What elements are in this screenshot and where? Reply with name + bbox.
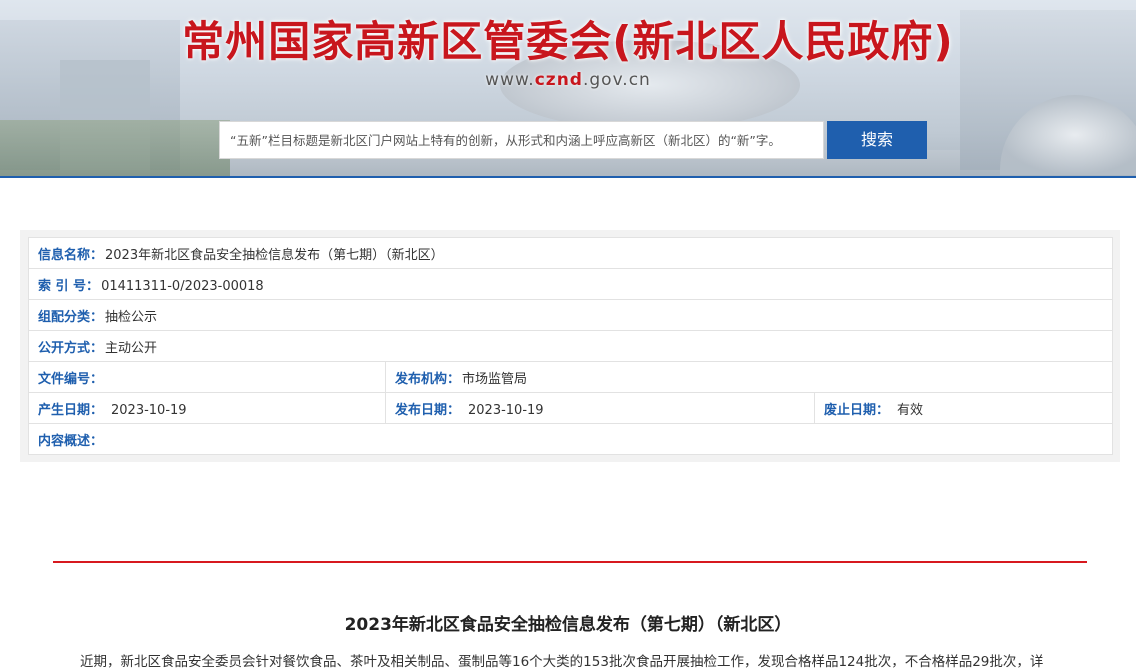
info-panel: 信息名称： 2023年新北区食品安全抽检信息发布（第七期）（新北区） 索 引 号：… (20, 230, 1120, 462)
info-org-label: 发布机构： (395, 371, 461, 387)
info-category-value: 抽检公示 (105, 309, 158, 325)
article-title: 2023年新北区食品安全抽检信息发布（第七期）（新北区） (344, 615, 792, 635)
url-suffix: .gov.cn (582, 70, 651, 90)
info-file-no-label: 文件编号： (38, 371, 104, 387)
info-row-dates: 产生日期： 2023-10-19 发布日期： 2023-10-19 废止日期： 有效 (28, 392, 1114, 424)
site-title: 常州国家高新区管委会(新北区人民政府) (182, 17, 954, 66)
info-category-label: 组配分类： (38, 309, 104, 325)
header-bg-greenery-left (0, 120, 230, 178)
info-row-summary: 内容概述： (27, 423, 1114, 455)
article-paragraph: 近期，新北区食品安全委员会针对餐饮食品、茶叶及相关制品、蛋制品等16个大类的15… (80, 654, 1044, 670)
info-open-label: 公开方式： (38, 340, 104, 356)
info-expire-label: 废止日期： (824, 402, 890, 418)
info-table: 信息名称： 2023年新北区食品安全抽检信息发布（第七期）（新北区） 索 引 号：… (27, 237, 1114, 455)
info-created-value: 2023-10-19 (111, 402, 187, 418)
info-summary-label: 内容概述： (38, 433, 104, 449)
info-expire-value: 有效 (897, 402, 924, 418)
url-prefix: www. (485, 70, 535, 90)
info-created-label: 产生日期： (38, 402, 104, 418)
info-open-value: 主动公开 (105, 340, 158, 356)
header-divider (0, 176, 1136, 178)
search-button[interactable]: 搜索 (827, 121, 927, 159)
site-header: 常州国家高新区管委会(新北区人民政府) www.cznd.gov.cn “五新”… (0, 0, 1136, 178)
info-name-value: 2023年新北区食品安全抽检信息发布（第七期）（新北区） (105, 247, 444, 263)
info-row-open: 公开方式： 主动公开 (27, 330, 1114, 362)
search-input[interactable]: “五新”栏目标题是新北区门户网站上特有的创新，从形式和内涵上呼应高新区（新北区）… (219, 121, 824, 159)
site-url: www.cznd.gov.cn (0, 70, 1136, 90)
info-published-label: 发布日期： (395, 402, 461, 418)
info-row-name: 信息名称： 2023年新北区食品安全抽检信息发布（第七期）（新北区） (27, 237, 1114, 269)
info-name-label: 信息名称： (38, 247, 104, 263)
article-divider (53, 561, 1087, 563)
info-row-file-org: 文件编号： 发布机构： 市场监管局 (28, 361, 1114, 393)
info-index-label: 索 引 号： (38, 278, 100, 294)
info-row-category: 组配分类： 抽检公示 (27, 299, 1114, 331)
info-index-value: 01411311-0/2023-00018 (101, 278, 264, 294)
info-org-value: 市场监管局 (462, 371, 528, 387)
info-row-index: 索 引 号： 01411311-0/2023-00018 (27, 268, 1114, 300)
url-highlight: cznd (534, 70, 583, 90)
info-published-value: 2023-10-19 (468, 402, 544, 418)
